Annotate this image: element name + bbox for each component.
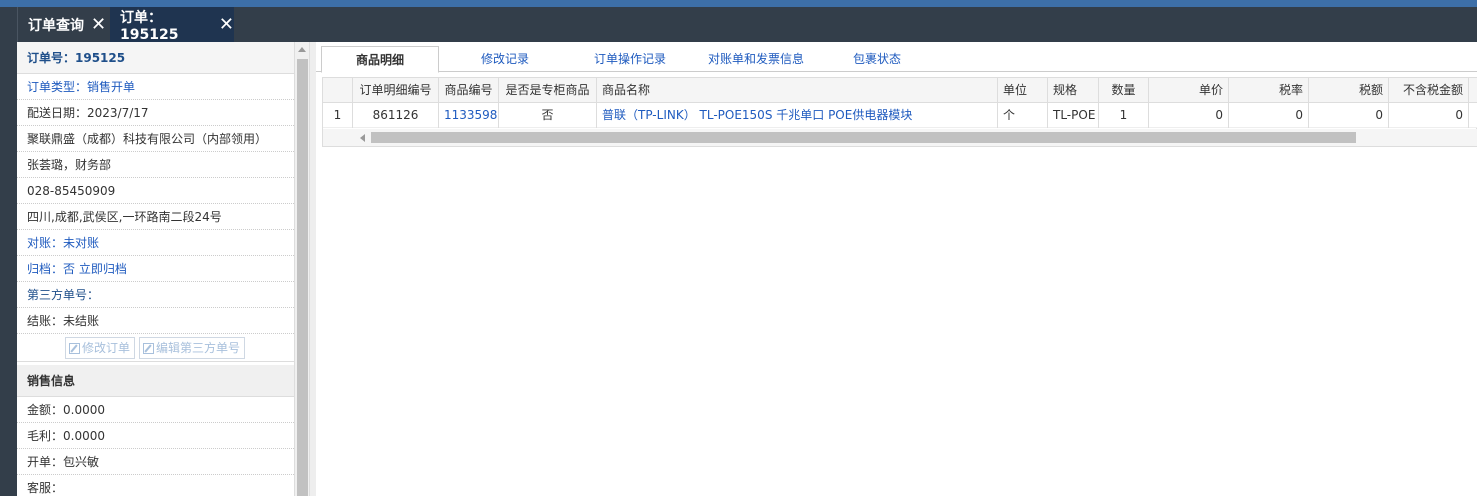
tab-label: 订单：195125 bbox=[120, 9, 179, 43]
col-tax-rate[interactable]: 税率 bbox=[1229, 78, 1309, 103]
archive-now-link[interactable]: 否 立即归档 bbox=[63, 262, 127, 276]
cell-product-name-link[interactable]: 普联（TP-LINK） TL-POE150S 千兆单口 POE供电器模块 bbox=[597, 103, 998, 128]
edit-icon bbox=[143, 342, 154, 354]
edit-third-party-label: 编辑第三方单号 bbox=[156, 341, 241, 355]
reconcile-status: 对账：未对账 bbox=[17, 230, 294, 256]
sales-info-section: 销售信息 bbox=[17, 365, 294, 397]
main-content: 商品明细 修改记录 订单操作记录 对账单和发票信息 包裹状态 订单明细编号 商品… bbox=[316, 42, 1477, 496]
cell-qty: 1 bbox=[1099, 103, 1149, 128]
panel-splitter[interactable] bbox=[309, 42, 316, 496]
scroll-left-arrow-icon[interactable] bbox=[360, 134, 365, 142]
cell-price: 0 bbox=[1149, 103, 1229, 128]
edit-order-label: 修改订单 bbox=[82, 341, 131, 355]
sales-amount: 金额：0.0000 bbox=[17, 397, 294, 423]
edit-order-button[interactable]: 修改订单 bbox=[65, 337, 135, 359]
customer-contact: 张荟璐，财务部 bbox=[17, 152, 294, 178]
customer-phone: 028-85450909 bbox=[17, 178, 294, 204]
scroll-up-arrow-icon[interactable] bbox=[298, 47, 306, 52]
left-gutter bbox=[0, 42, 17, 496]
third-party-number: 第三方单号： bbox=[17, 282, 294, 308]
col-index bbox=[323, 78, 353, 103]
order-info-panel: 订单号：195125 订单类型：销售开单 配送日期：2023/7/17 聚联鼎盛… bbox=[17, 42, 294, 496]
close-icon[interactable]: ✕ bbox=[91, 15, 106, 34]
cell-spec: TL-POE bbox=[1048, 103, 1099, 128]
order-type: 订单类型：销售开单 bbox=[17, 74, 294, 100]
col-counter[interactable]: 是否是专柜商品 bbox=[499, 78, 597, 103]
col-spec[interactable]: 规格 bbox=[1048, 78, 1099, 103]
table-row[interactable]: 1 861126 1133598 否 普联（TP-LINK） TL-POE150… bbox=[323, 103, 1477, 128]
cell-counter: 否 bbox=[499, 103, 597, 128]
cell-unit: 个 bbox=[998, 103, 1048, 128]
cell-product-no-link[interactable]: 1133598 bbox=[439, 103, 499, 128]
archive-label: 归档： bbox=[27, 262, 64, 276]
col-product-no[interactable]: 商品编号 bbox=[439, 78, 499, 103]
close-icon[interactable]: ✕ bbox=[219, 15, 234, 34]
cell-tax-rate: 0 bbox=[1229, 103, 1309, 128]
settle-status: 结账：未结账 bbox=[17, 308, 294, 334]
horizontal-scrollbar-thumb[interactable] bbox=[371, 132, 1356, 143]
col-unit[interactable]: 单位 bbox=[998, 78, 1048, 103]
order-number-header: 订单号：195125 bbox=[17, 42, 294, 74]
tab-order-detail[interactable]: 订单：195125 ✕ bbox=[110, 7, 234, 43]
archive-status: 归档：否 立即归档 bbox=[17, 256, 294, 282]
top-accent-bar bbox=[0, 0, 1477, 7]
row-index: 1 bbox=[323, 103, 353, 128]
cell-amount-ex-tax: 0 bbox=[1389, 103, 1469, 128]
tab-statement-invoice[interactable]: 对账单和发票信息 bbox=[696, 46, 816, 73]
product-grid: 订单明细编号 商品编号 是否是专柜商品 商品名称 单位 规格 数量 单价 税率 … bbox=[322, 77, 1477, 147]
tab-bar: 订单查询 ✕ 订单：195125 ✕ bbox=[0, 7, 1477, 43]
tab-product-details[interactable]: 商品明细 bbox=[321, 46, 439, 73]
col-price[interactable]: 单价 bbox=[1149, 78, 1229, 103]
grid-horizontal-scrollbar[interactable] bbox=[323, 129, 1477, 146]
sales-issuer: 开单：包兴敏 bbox=[17, 449, 294, 475]
col-qty[interactable]: 数量 bbox=[1099, 78, 1149, 103]
edit-third-party-button[interactable]: 编辑第三方单号 bbox=[139, 337, 245, 359]
cell-detail-no: 861126 bbox=[353, 103, 439, 128]
customer-address: 四川,成都,武侯区,一环路南二段24号 bbox=[17, 204, 294, 230]
tab-order-query[interactable]: 订单查询 ✕ bbox=[17, 7, 109, 42]
tab-change-log[interactable]: 修改记录 bbox=[446, 46, 564, 73]
tab-package-status[interactable]: 包裹状态 bbox=[821, 46, 933, 73]
col-product-name[interactable]: 商品名称 bbox=[597, 78, 998, 103]
scrollbar-thumb[interactable] bbox=[297, 59, 308, 496]
col-tax[interactable]: 税额 bbox=[1309, 78, 1389, 103]
sales-service: 客服： bbox=[17, 475, 294, 496]
left-panel-scrollbar[interactable] bbox=[294, 42, 309, 496]
detail-tabs: 商品明细 修改记录 订单操作记录 对账单和发票信息 包裹状态 bbox=[316, 42, 1477, 73]
delivery-date: 配送日期：2023/7/17 bbox=[17, 100, 294, 126]
order-action-row: 修改订单 编辑第三方单号 bbox=[17, 334, 294, 362]
customer-company: 聚联鼎盛（成都）科技有限公司（内部领用） bbox=[17, 126, 294, 152]
grid-header: 订单明细编号 商品编号 是否是专柜商品 商品名称 单位 规格 数量 单价 税率 … bbox=[323, 78, 1477, 103]
edit-icon bbox=[69, 342, 80, 354]
col-detail-no[interactable]: 订单明细编号 bbox=[353, 78, 439, 103]
tab-operation-log[interactable]: 订单操作记录 bbox=[571, 46, 689, 73]
tab-label: 订单查询 bbox=[28, 17, 84, 34]
cell-tax: 0 bbox=[1309, 103, 1389, 128]
col-amount-ex-tax[interactable]: 不含税金额 bbox=[1389, 78, 1469, 103]
sales-gross-profit: 毛利：0.0000 bbox=[17, 423, 294, 449]
